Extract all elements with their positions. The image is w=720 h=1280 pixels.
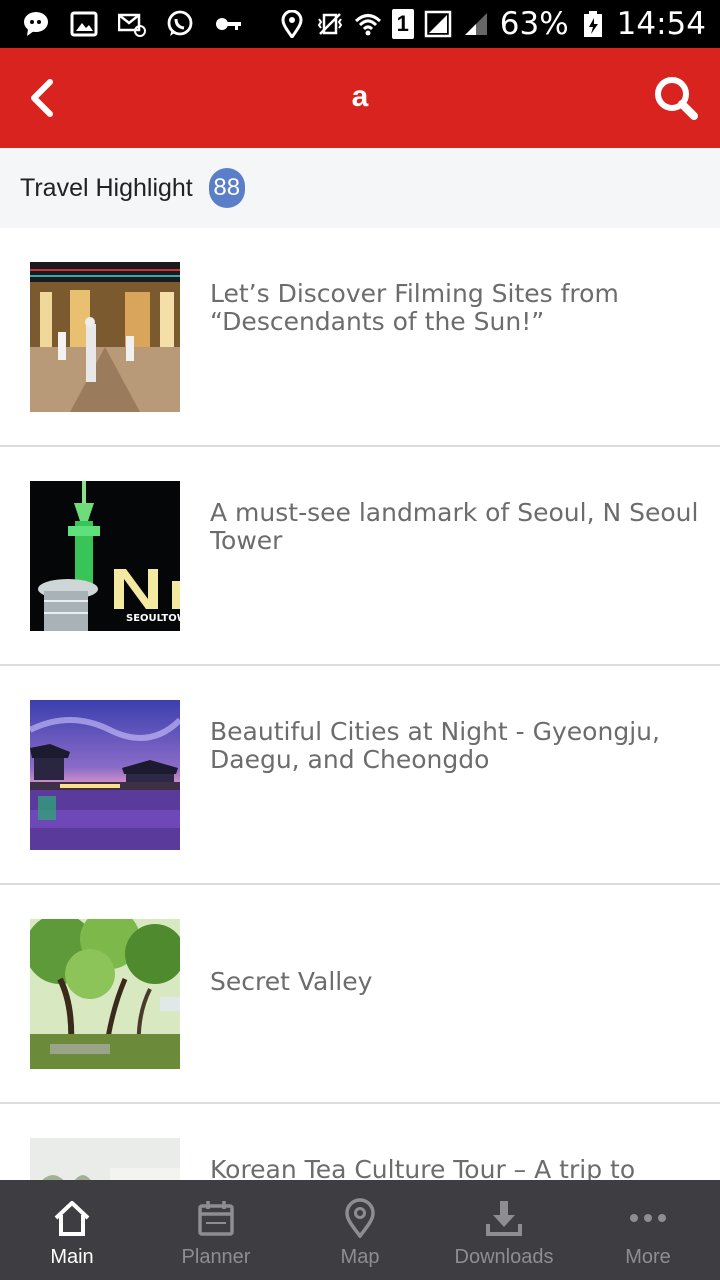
key-icon bbox=[214, 10, 242, 38]
more-dots-icon bbox=[628, 1198, 668, 1238]
vibrate-icon bbox=[316, 10, 344, 38]
section-header: Travel Highlight 88 bbox=[0, 148, 720, 228]
thumbnail-image bbox=[30, 1138, 180, 1180]
list-item[interactable]: SEOULTOW A must-see landmark of Seoul, N… bbox=[0, 447, 720, 666]
nav-map[interactable]: Map bbox=[288, 1180, 432, 1280]
list-item[interactable]: Let’s Discover Filming Sites from “Desce… bbox=[0, 228, 720, 447]
mail-icon bbox=[118, 10, 146, 38]
item-title: Beautiful Cities at Night - Gyeongju, Da… bbox=[210, 717, 660, 774]
nav-planner[interactable]: Planner bbox=[144, 1180, 288, 1280]
section-title: Travel Highlight bbox=[20, 173, 193, 202]
signal-icon bbox=[424, 10, 452, 38]
bottom-nav: Main Planner Map Downloads More bbox=[0, 1180, 720, 1280]
whatsapp-icon bbox=[166, 10, 194, 38]
home-icon bbox=[52, 1198, 92, 1238]
back-button[interactable] bbox=[20, 74, 68, 122]
nav-label: Map bbox=[340, 1246, 380, 1268]
nav-main[interactable]: Main bbox=[0, 1180, 144, 1280]
battery-icon bbox=[579, 10, 607, 38]
image-icon bbox=[70, 10, 98, 38]
search-icon bbox=[655, 77, 698, 120]
app-bar: a bbox=[0, 48, 720, 148]
nav-label: More bbox=[625, 1246, 671, 1268]
location-icon bbox=[278, 10, 306, 38]
wifi-icon bbox=[354, 10, 382, 38]
svg-text:SEOULTOW: SEOULTOW bbox=[126, 613, 180, 624]
item-title: Let’s Discover Filming Sites from “Desce… bbox=[210, 279, 619, 336]
list-item[interactable]: Beautiful Cities at Night - Gyeongju, Da… bbox=[0, 666, 720, 885]
download-icon bbox=[484, 1198, 524, 1238]
signal-2-icon bbox=[462, 10, 490, 38]
chevron-left-icon bbox=[31, 79, 53, 117]
item-title: A must-see landmark of Seoul, N Seoul To… bbox=[210, 498, 699, 555]
count-badge: 88 bbox=[208, 168, 245, 208]
map-pin-icon bbox=[340, 1198, 380, 1238]
highlight-list[interactable]: Let’s Discover Filming Sites from “Desce… bbox=[0, 228, 720, 1180]
chat-bubble-icon bbox=[22, 10, 50, 38]
nav-label: Downloads bbox=[454, 1246, 554, 1268]
nav-label: Main bbox=[50, 1246, 94, 1268]
thumbnail-image bbox=[30, 262, 180, 412]
list-item[interactable]: Secret Valley bbox=[0, 885, 720, 1104]
sim-1-icon: 1 bbox=[391, 9, 414, 39]
item-title: Korean Tea Culture Tour – A trip to Hado… bbox=[210, 1155, 636, 1181]
battery-percent: 63% bbox=[499, 6, 569, 42]
status-bar: 1 63% 14:54 bbox=[0, 0, 720, 48]
calendar-icon bbox=[196, 1198, 236, 1238]
thumbnail-image bbox=[30, 700, 180, 850]
clock: 14:54 bbox=[616, 6, 706, 42]
nav-label: Planner bbox=[181, 1246, 251, 1268]
nav-downloads[interactable]: Downloads bbox=[432, 1180, 576, 1280]
nav-more[interactable]: More bbox=[576, 1180, 720, 1280]
search-button[interactable] bbox=[652, 74, 700, 122]
item-title: Secret Valley bbox=[210, 967, 373, 996]
thumbnail-image bbox=[30, 919, 180, 1069]
list-item[interactable]: Korean Tea Culture Tour – A trip to Hado… bbox=[0, 1104, 720, 1180]
thumbnail-image: SEOULTOW bbox=[30, 481, 180, 631]
page-title: a bbox=[351, 80, 369, 113]
